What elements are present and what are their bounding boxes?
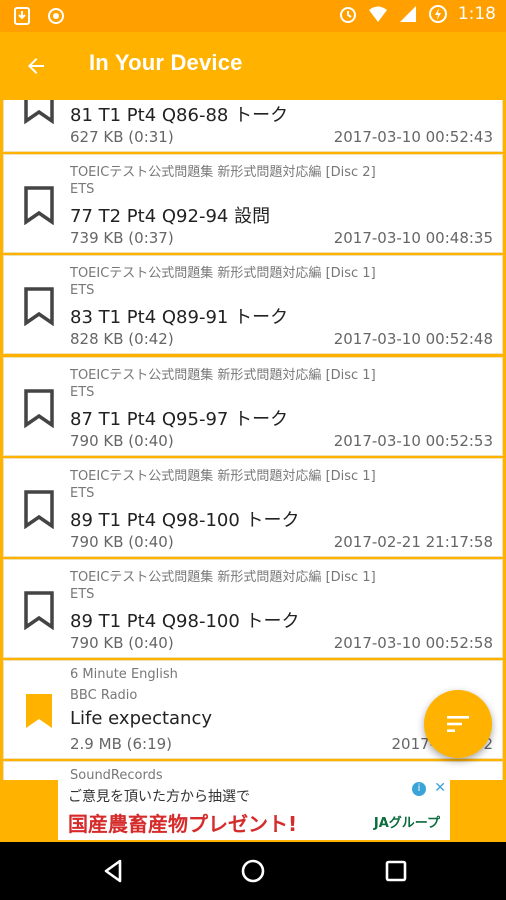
timestamp: 2017-03-10 00:48:35 xyxy=(333,229,493,248)
bookmark-outline-icon[interactable] xyxy=(22,388,56,428)
timestamp: 2017-02-21 21:17:58 xyxy=(333,532,493,551)
file-size: 790 KB (0:40) xyxy=(70,633,174,652)
track-title: 83 T1 Pt4 Q89-91 トーク xyxy=(70,307,289,329)
file-size: 2.9 MB (6:19) xyxy=(70,735,173,754)
track-title: 77 T2 Pt4 Q92-94 設問 xyxy=(70,206,271,228)
nav-recents-icon[interactable] xyxy=(381,856,411,886)
list-item[interactable]: TOEICテスト公式問題集 新形式問題対応編 [Disc 1] ETS 89 T… xyxy=(3,457,503,557)
ad-close-icon[interactable]: ✕ xyxy=(434,780,446,796)
list-item[interactable]: TOEICテスト公式問題集 新形式問題対応編 [Disc 1] ETS 89 T… xyxy=(3,558,503,658)
arrow-left-icon xyxy=(28,58,44,74)
album-label: TOEICテスト公式問題集 新形式問題対応編 [Disc 1] xyxy=(70,468,376,484)
app-bar: In Your Device xyxy=(0,32,506,100)
ad-text-line2: 国産農畜産物プレゼント! xyxy=(68,812,298,836)
page-title: In Your Device xyxy=(89,50,243,75)
artist-label: ETS xyxy=(70,485,95,501)
alarm-icon xyxy=(339,7,356,23)
ad-banner[interactable]: ご意見を頂いた方から抽選で 国産農畜産物プレゼント! JAグループ i ✕ xyxy=(58,780,450,840)
record-icon xyxy=(48,8,64,24)
file-size: 790 KB (0:40) xyxy=(70,431,174,450)
list-item[interactable]: 81 T1 Pt4 Q86-88 トーク 627 KB (0:31) 2017-… xyxy=(3,100,503,152)
wifi-icon xyxy=(368,6,387,22)
file-size: 790 KB (0:40) xyxy=(70,532,174,551)
bookmark-filled-icon[interactable] xyxy=(22,691,56,731)
ad-brand-logo: JAグループ xyxy=(373,816,440,831)
timestamp: 2017-03-10 00:52:43 xyxy=(333,128,493,146)
sort-button[interactable] xyxy=(424,690,492,758)
track-title: 87 T1 Pt4 Q95-97 トーク xyxy=(70,408,289,430)
track-title: Life expectancy xyxy=(70,708,213,730)
artist-label: ETS xyxy=(70,384,95,400)
signal-icon xyxy=(399,6,416,22)
album-label: TOEICテスト公式問題集 新形式問題対応編 [Disc 2] xyxy=(70,165,376,181)
list-item[interactable]: TOEICテスト公式問題集 新形式問題対応編 [Disc 2] ETS 77 T… xyxy=(3,154,503,254)
album-label: 6 Minute English xyxy=(70,667,178,683)
list-item[interactable]: SoundRecords xyxy=(3,761,503,780)
album-label: SoundRecords xyxy=(70,768,163,780)
file-size: 627 KB (0:31) xyxy=(70,128,174,146)
album-label: TOEICテスト公式問題集 新形式問題対応編 [Disc 1] xyxy=(70,569,376,585)
ad-info-icon[interactable]: i xyxy=(412,782,426,796)
artist-label: ETS xyxy=(70,182,95,198)
list-item[interactable]: TOEICテスト公式問題集 新形式問題対応編 [Disc 1] ETS 83 T… xyxy=(3,255,503,355)
artist-label: BBC Radio xyxy=(70,688,138,704)
nav-home-icon[interactable] xyxy=(238,856,268,886)
track-title: 89 T1 Pt4 Q98-100 トーク xyxy=(70,610,300,632)
track-title: 81 T1 Pt4 Q86-88 トーク xyxy=(70,105,289,126)
bookmark-outline-icon[interactable] xyxy=(22,185,56,226)
sort-icon xyxy=(447,716,469,732)
bookmark-outline-icon[interactable] xyxy=(22,286,56,327)
ad-text-line1: ご意見を頂いた方から抽選で xyxy=(68,789,250,805)
timestamp: 2017-03-10 00:52:58 xyxy=(333,633,493,652)
download-icon xyxy=(14,7,30,25)
album-label: TOEICテスト公式問題集 新形式問題対応編 [Disc 1] xyxy=(70,266,376,282)
status-bar: 1:18 xyxy=(0,0,506,32)
bookmark-outline-icon[interactable] xyxy=(22,590,56,630)
timestamp: 2017-03-10 00:52:53 xyxy=(333,431,493,450)
track-list[interactable]: 81 T1 Pt4 Q86-88 トーク 627 KB (0:31) 2017-… xyxy=(0,100,506,780)
clock: 1:18 xyxy=(457,4,496,24)
artist-label: ETS xyxy=(70,283,95,299)
artist-label: ETS xyxy=(70,586,95,602)
file-size: 739 KB (0:37) xyxy=(70,229,174,248)
battery-charging-icon xyxy=(428,5,447,23)
back-button[interactable] xyxy=(16,46,56,86)
bookmark-outline-icon[interactable] xyxy=(22,100,56,124)
file-size: 828 KB (0:42) xyxy=(70,330,174,349)
timestamp: 2017-03-10 00:52:48 xyxy=(333,330,493,349)
album-label: TOEICテスト公式問題集 新形式問題対応編 [Disc 1] xyxy=(70,367,376,383)
list-item[interactable]: TOEICテスト公式問題集 新形式問題対応編 [Disc 1] ETS 87 T… xyxy=(3,356,503,456)
system-nav-bar xyxy=(0,842,506,900)
nav-back-icon[interactable] xyxy=(98,856,128,886)
bookmark-outline-icon[interactable] xyxy=(22,489,56,529)
track-title: 89 T1 Pt4 Q98-100 トーク xyxy=(70,509,300,531)
